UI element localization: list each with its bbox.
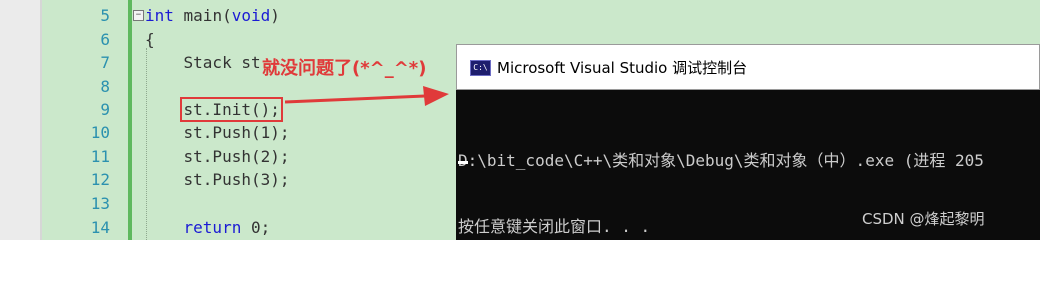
annotation-label: 就没问题了(*^_^*) [262, 56, 429, 82]
line-number: 11 [90, 147, 110, 166]
line-number: 5 [100, 6, 110, 25]
watermark: CSDN @烽起黎明 [862, 210, 985, 228]
line-number: 13 [90, 194, 110, 213]
line-number: 14 [90, 218, 110, 237]
console-app-icon: C:\ [470, 60, 491, 76]
console-title-bar[interactable]: C:\ Microsoft Visual Studio 调试控制台 [456, 44, 1040, 90]
highlight-box [180, 97, 283, 122]
editor-margin [0, 0, 40, 240]
code-text[interactable]: st.Push(3); [145, 168, 290, 192]
line-number: 6 [100, 30, 110, 49]
console-output: D:\bit_code\C++\类和对象\Debug\类和对象（中）.exe (… [458, 106, 984, 282]
code-text[interactable]: return 0; [145, 216, 271, 240]
console-output-line: D:\bit_code\C++\类和对象\Debug\类和对象（中）.exe (… [458, 151, 984, 170]
line-number: 10 [90, 123, 110, 142]
code-text[interactable]: st.Push(2); [145, 145, 290, 169]
code-text[interactable]: { [145, 28, 155, 52]
line-number: 12 [90, 170, 110, 189]
change-tracking-bar [128, 0, 132, 240]
console-cursor [458, 161, 468, 164]
code-text[interactable]: Stack st [145, 51, 261, 75]
line-number: 8 [100, 77, 110, 96]
line-number: 9 [100, 100, 110, 119]
code-text[interactable]: int main(void) [145, 4, 280, 28]
code-text[interactable]: st.Push(1); [145, 121, 290, 145]
line-number: 7 [100, 53, 110, 72]
fold-collapse-icon[interactable]: − [133, 10, 144, 21]
annotation-arrow-icon [285, 86, 449, 106]
console-title: Microsoft Visual Studio 调试控制台 [497, 59, 748, 77]
